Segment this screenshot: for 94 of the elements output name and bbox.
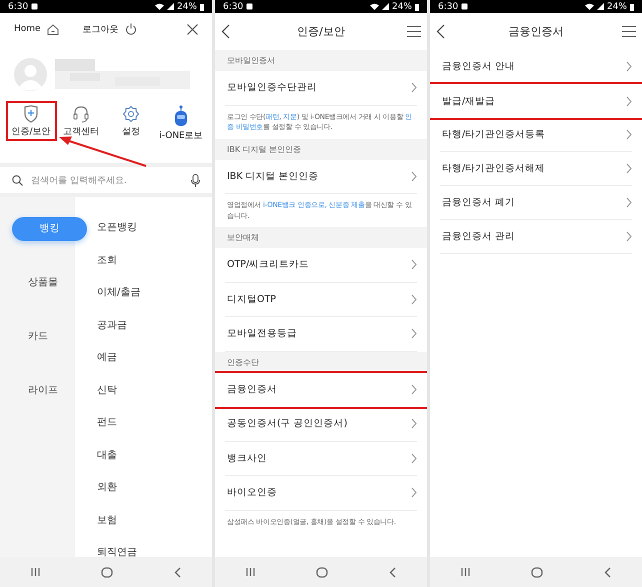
search-field[interactable]: 검색어를 입력해주세요. [0,167,212,193]
robot-icon [173,105,189,127]
battery-icon [630,2,634,10]
headset-icon [72,105,90,123]
home-icon[interactable] [100,566,113,578]
section-header: 모바일인증서 [215,50,427,71]
menu-item[interactable]: 보험 [97,514,212,528]
list-item[interactable]: 발급/재발급 [430,84,642,118]
wifi-icon [584,3,594,10]
menu-item[interactable]: 퇴직연금 [97,546,212,557]
list-item[interactable]: 바이오인증 [225,476,417,510]
power-icon[interactable] [124,23,137,35]
menu-item[interactable]: 오픈뱅킹 [97,221,212,235]
chevron-right-icon [411,452,417,464]
list-item[interactable]: 디지털OTP [225,282,417,317]
list-item[interactable]: 금융인증서 안내 [440,50,632,84]
back-icon[interactable] [604,566,612,578]
wifi-icon [154,3,164,10]
battery-percent: 24% [606,2,627,12]
menu-item[interactable]: 이체/출금 [97,286,212,300]
shortcut-button[interactable]: 고객센터 [56,103,106,163]
notification-icon [461,3,468,10]
menu-item[interactable]: 외환 [97,481,212,495]
shortcut-button[interactable]: 인증/보안 [8,103,54,139]
recent-apps-icon[interactable] [246,567,255,577]
chevron-right-icon [626,163,632,174]
home-link[interactable]: Home [14,24,41,34]
page-title: 금융인증서 [508,24,564,39]
section-header: IBK 디지털 본인인증 [215,138,427,160]
signal-icon [166,3,174,10]
search-icon [12,174,23,186]
list-item[interactable]: 타행/타기관인증서등록 [440,118,632,152]
battery-percent: 24% [176,2,197,12]
menu-item[interactable]: 펀드 [97,416,212,430]
menu-item[interactable]: 대출 [97,448,212,462]
section-header: 인증수단 [215,352,427,372]
section-header: 보안매체 [215,227,427,248]
notification-icon [246,3,254,10]
back-icon[interactable] [174,566,182,578]
chevron-right-icon [626,231,632,242]
back-icon[interactable] [389,566,396,578]
menu-item[interactable]: 조회 [97,254,212,268]
gear-icon [122,105,140,123]
list-item[interactable]: 금융인증서 관리 [440,220,632,254]
battery-icon [200,2,204,10]
notification-icon [31,3,38,10]
battery-percent: 24% [392,2,412,12]
page-title: 인증/보안 [296,24,346,39]
clock-time: 6:30 [223,2,244,12]
chevron-right-icon [411,487,417,498]
category-tab[interactable]: 카드 [28,325,48,349]
menu-item[interactable]: 신탁 [97,384,212,398]
chevron-right-icon [411,170,417,182]
menu-icon[interactable] [622,26,636,37]
close-icon[interactable] [187,24,198,34]
recent-apps-icon[interactable] [30,567,40,577]
list-item[interactable]: 뱅크사인 [225,442,417,476]
microphone-icon[interactable] [191,174,200,186]
home-icon[interactable] [316,566,328,578]
signal-icon [596,3,604,10]
chevron-right-icon [626,61,632,72]
list-item[interactable]: 모바일인증수단관리 [225,71,417,106]
chevron-right-icon [626,129,632,140]
menu-icon[interactable] [407,26,421,37]
category-tab[interactable]: 상품몰 [28,271,58,295]
list-item[interactable]: 타행/타기관인증서해제 [440,152,632,186]
chevron-right-icon [411,259,417,270]
recent-apps-icon[interactable] [460,567,470,577]
list-item[interactable]: 금융인증서 폐기 [440,186,632,220]
chevron-right-icon [411,82,417,94]
signal-icon [382,3,389,10]
house-icon[interactable] [46,24,59,34]
battery-icon [415,2,419,10]
list-item[interactable]: 금융인증서 [215,372,427,407]
list-item[interactable]: 공동인증서(구 공인인증서) [225,407,417,442]
chevron-right-icon [626,96,632,106]
clock-time: 6:30 [8,2,28,12]
list-item[interactable]: OTP/씨크리트카드 [225,248,417,282]
menu-item[interactable]: 공과금 [97,318,212,332]
chevron-right-icon [626,197,632,208]
shortcut-button[interactable]: i-ONE로보 [156,103,206,163]
shield-icon [23,105,39,123]
chevron-right-icon [411,328,417,340]
chevron-right-icon [411,418,417,430]
shortcut-button[interactable]: 설정 [106,103,156,163]
chevron-right-icon [411,384,417,396]
category-tab[interactable]: 라이프 [28,379,58,403]
logout-link[interactable]: 로그아웃 [82,22,119,36]
chevron-right-icon [411,294,417,305]
home-icon[interactable] [530,566,543,578]
list-item[interactable]: IBK 디지털 본인인증 [225,160,417,194]
wifi-icon [370,3,379,10]
clock-time: 6:30 [438,2,458,12]
menu-item[interactable]: 예금 [97,351,212,365]
